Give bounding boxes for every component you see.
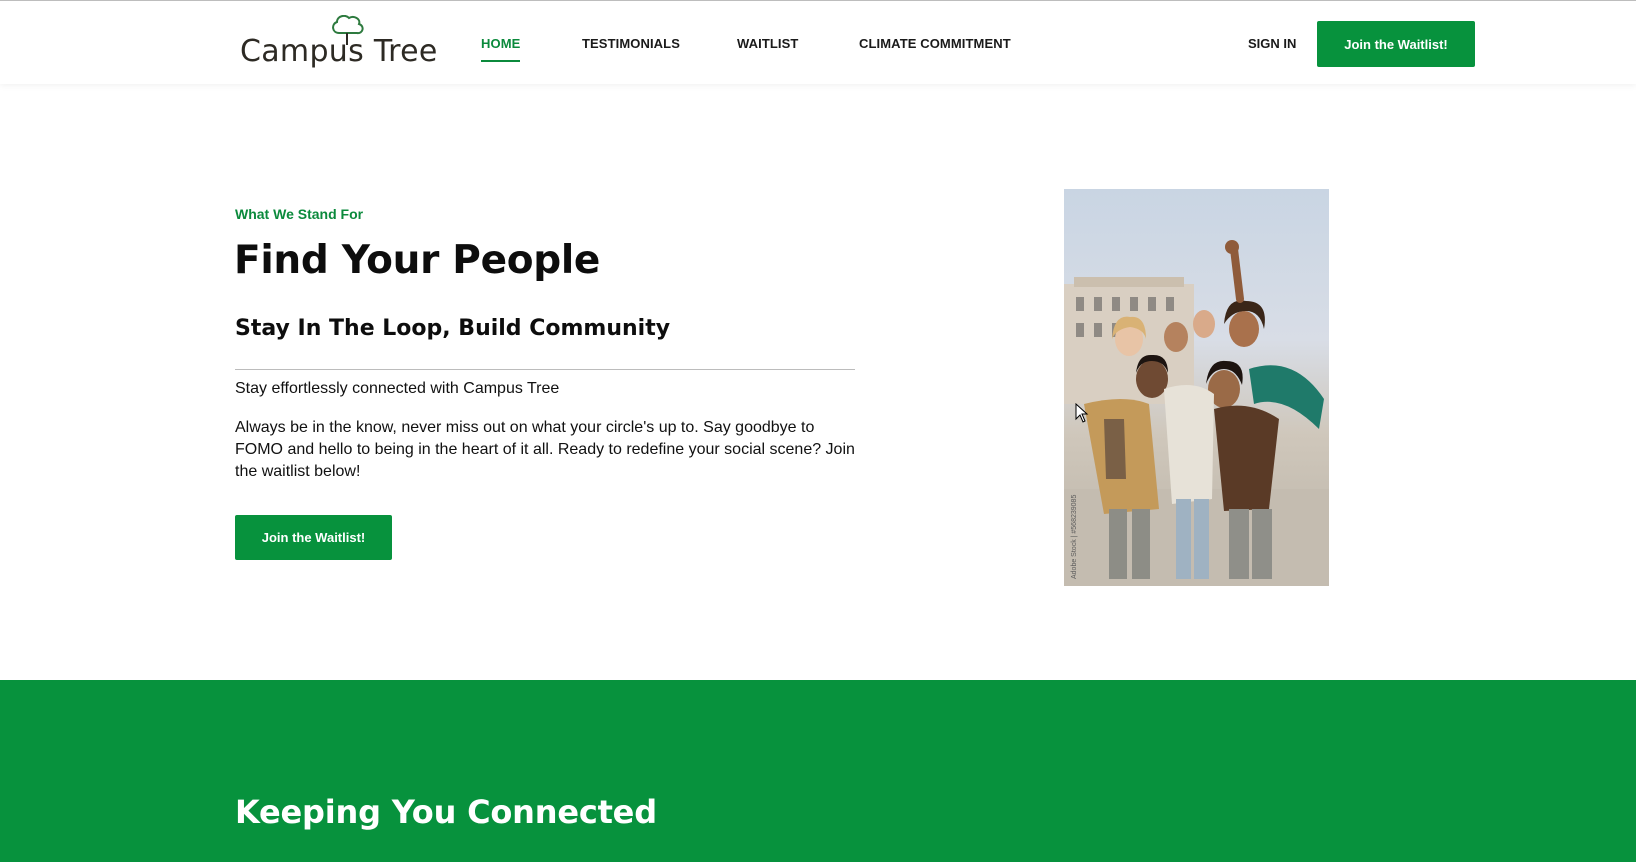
site-header: Campus Tree HOME TESTIMONIALS WAITLIST C… [0,0,1636,84]
hero-body-text: Always be in the know, never miss out on… [235,419,855,480]
nav-home[interactable]: HOME [481,36,521,62]
connected-section: Keeping You Connected [0,680,1636,862]
hero-group-photo: Adobe Stock | #568239085 [1064,189,1329,586]
hero-title: Find Your People [234,238,601,283]
photo-watermark-text: Adobe Stock | #568239085 [1071,495,1078,579]
hero-lead-text: Stay effortlessly connected with Campus … [235,380,560,397]
nav-testimonials[interactable]: TESTIMONIALS [582,36,680,51]
group-photo-illustration: Adobe Stock | #568239085 [1064,240,1329,586]
logo-wordmark: Campus Tree [240,34,438,69]
hero-join-waitlist-button[interactable]: Join the Waitlist! [235,515,392,560]
hero-divider [235,369,855,370]
nav-waitlist[interactable]: WAITLIST [737,36,798,51]
hero-eyebrow: What We Stand For [235,206,364,222]
sign-in-link[interactable]: SIGN IN [1248,36,1296,51]
nav-climate-commitment[interactable]: CLIMATE COMMITMENT [859,36,1011,51]
hero-subtitle: Stay In The Loop, Build Community [235,316,671,341]
campus-tree-logo[interactable]: Campus Tree [236,15,437,73]
header-join-waitlist-button[interactable]: Join the Waitlist! [1317,21,1475,67]
mouse-cursor-icon [1075,403,1089,423]
connected-section-title: Keeping You Connected [235,793,657,831]
